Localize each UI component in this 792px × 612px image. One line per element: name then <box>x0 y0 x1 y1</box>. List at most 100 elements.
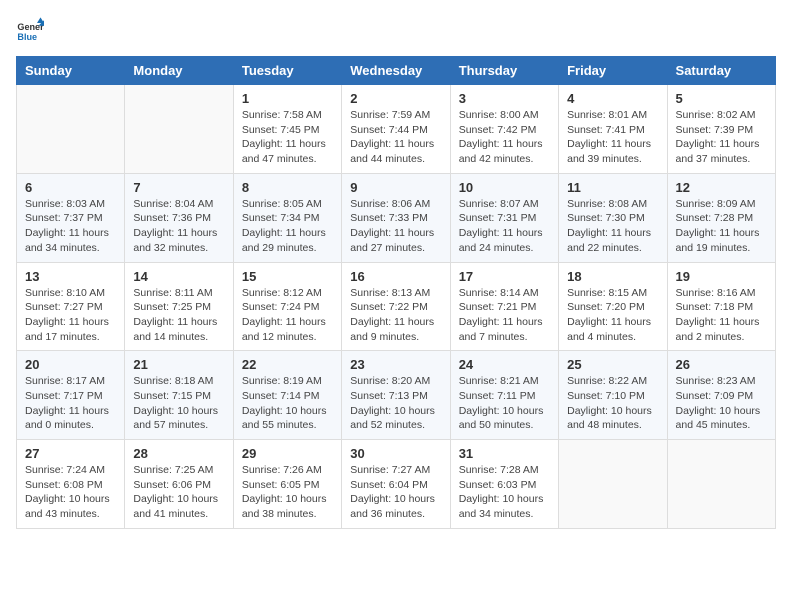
day-info: Sunrise: 8:06 AM Sunset: 7:33 PM Dayligh… <box>350 197 441 256</box>
day-number: 25 <box>567 357 658 372</box>
day-number: 26 <box>676 357 767 372</box>
day-number: 1 <box>242 91 333 106</box>
day-info: Sunrise: 8:05 AM Sunset: 7:34 PM Dayligh… <box>242 197 333 256</box>
day-info: Sunrise: 7:26 AM Sunset: 6:05 PM Dayligh… <box>242 463 333 522</box>
day-info: Sunrise: 8:08 AM Sunset: 7:30 PM Dayligh… <box>567 197 658 256</box>
day-number: 20 <box>25 357 116 372</box>
day-info: Sunrise: 8:16 AM Sunset: 7:18 PM Dayligh… <box>676 286 767 345</box>
day-number: 31 <box>459 446 550 461</box>
day-number: 16 <box>350 269 441 284</box>
calendar-cell: 26 Sunrise: 8:23 AM Sunset: 7:09 PM Dayli… <box>667 351 775 440</box>
day-info: Sunrise: 7:28 AM Sunset: 6:03 PM Dayligh… <box>459 463 550 522</box>
page-header: General Blue <box>16 16 776 44</box>
calendar-cell: 18 Sunrise: 8:15 AM Sunset: 7:20 PM Dayli… <box>559 262 667 351</box>
calendar-cell: 28 Sunrise: 7:25 AM Sunset: 6:06 PM Dayli… <box>125 440 233 529</box>
calendar-cell <box>125 85 233 174</box>
day-number: 22 <box>242 357 333 372</box>
day-number: 30 <box>350 446 441 461</box>
day-info: Sunrise: 8:20 AM Sunset: 7:13 PM Dayligh… <box>350 374 441 433</box>
calendar-cell: 2 Sunrise: 7:59 AM Sunset: 7:44 PM Daylig… <box>342 85 450 174</box>
calendar-cell: 31 Sunrise: 7:28 AM Sunset: 6:03 PM Dayli… <box>450 440 558 529</box>
day-info: Sunrise: 8:18 AM Sunset: 7:15 PM Dayligh… <box>133 374 224 433</box>
day-info: Sunrise: 8:02 AM Sunset: 7:39 PM Dayligh… <box>676 108 767 167</box>
day-info: Sunrise: 8:07 AM Sunset: 7:31 PM Dayligh… <box>459 197 550 256</box>
day-number: 29 <box>242 446 333 461</box>
calendar-cell: 7Sunrise: 8:04 AM Sunset: 7:36 PM Daylig… <box>125 173 233 262</box>
calendar-cell: 5 Sunrise: 8:02 AM Sunset: 7:39 PM Daylig… <box>667 85 775 174</box>
day-info: Sunrise: 8:00 AM Sunset: 7:42 PM Dayligh… <box>459 108 550 167</box>
calendar-cell: 22 Sunrise: 8:19 AM Sunset: 7:14 PM Dayli… <box>233 351 341 440</box>
calendar-cell: 15Sunrise: 8:12 AM Sunset: 7:24 PM Dayli… <box>233 262 341 351</box>
day-info: Sunrise: 8:14 AM Sunset: 7:21 PM Dayligh… <box>459 286 550 345</box>
calendar-cell: 11 Sunrise: 8:08 AM Sunset: 7:30 PM Dayli… <box>559 173 667 262</box>
calendar-table: SundayMondayTuesdayWednesdayThursdayFrid… <box>16 56 776 529</box>
svg-text:Blue: Blue <box>17 32 37 42</box>
weekday-header: Sunday <box>17 57 125 85</box>
day-info: Sunrise: 8:04 AM Sunset: 7:36 PM Dayligh… <box>133 197 224 256</box>
day-info: Sunrise: 7:24 AM Sunset: 6:08 PM Dayligh… <box>25 463 116 522</box>
calendar-cell: 10 Sunrise: 8:07 AM Sunset: 7:31 PM Dayli… <box>450 173 558 262</box>
day-info: Sunrise: 8:03 AM Sunset: 7:37 PM Dayligh… <box>25 197 116 256</box>
calendar-cell <box>667 440 775 529</box>
day-number: 27 <box>25 446 116 461</box>
day-info: Sunrise: 8:10 AM Sunset: 7:27 PM Dayligh… <box>25 286 116 345</box>
day-number: 13 <box>25 269 116 284</box>
calendar-cell: 16 Sunrise: 8:13 AM Sunset: 7:22 PM Dayli… <box>342 262 450 351</box>
weekday-header: Thursday <box>450 57 558 85</box>
day-number: 23 <box>350 357 441 372</box>
day-number: 2 <box>350 91 441 106</box>
day-info: Sunrise: 8:11 AM Sunset: 7:25 PM Dayligh… <box>133 286 224 345</box>
calendar-header: SundayMondayTuesdayWednesdayThursdayFrid… <box>17 57 776 85</box>
calendar-cell: 19 Sunrise: 8:16 AM Sunset: 7:18 PM Dayli… <box>667 262 775 351</box>
day-number: 4 <box>567 91 658 106</box>
day-number: 18 <box>567 269 658 284</box>
day-info: Sunrise: 8:22 AM Sunset: 7:10 PM Dayligh… <box>567 374 658 433</box>
calendar-cell <box>559 440 667 529</box>
day-info: Sunrise: 7:27 AM Sunset: 6:04 PM Dayligh… <box>350 463 441 522</box>
day-number: 28 <box>133 446 224 461</box>
logo-icon: General Blue <box>16 16 44 44</box>
day-info: Sunrise: 8:13 AM Sunset: 7:22 PM Dayligh… <box>350 286 441 345</box>
calendar-cell: 25 Sunrise: 8:22 AM Sunset: 7:10 PM Dayli… <box>559 351 667 440</box>
calendar-cell: 24Sunrise: 8:21 AM Sunset: 7:11 PM Dayli… <box>450 351 558 440</box>
calendar-cell: 1Sunrise: 7:58 AM Sunset: 7:45 PM Daylig… <box>233 85 341 174</box>
day-info: Sunrise: 7:59 AM Sunset: 7:44 PM Dayligh… <box>350 108 441 167</box>
day-number: 11 <box>567 180 658 195</box>
svg-text:General: General <box>17 22 44 32</box>
day-info: Sunrise: 8:17 AM Sunset: 7:17 PM Dayligh… <box>25 374 116 433</box>
day-number: 9 <box>350 180 441 195</box>
calendar-cell: 27 Sunrise: 7:24 AM Sunset: 6:08 PM Dayli… <box>17 440 125 529</box>
logo: General Blue <box>16 16 52 44</box>
day-number: 21 <box>133 357 224 372</box>
calendar-cell: 12Sunrise: 8:09 AM Sunset: 7:28 PM Dayli… <box>667 173 775 262</box>
calendar-cell: 20 Sunrise: 8:17 AM Sunset: 7:17 PM Dayli… <box>17 351 125 440</box>
day-number: 17 <box>459 269 550 284</box>
day-number: 5 <box>676 91 767 106</box>
calendar-cell: 4 Sunrise: 8:01 AM Sunset: 7:41 PM Daylig… <box>559 85 667 174</box>
calendar-cell: 13 Sunrise: 8:10 AM Sunset: 7:27 PM Dayli… <box>17 262 125 351</box>
day-info: Sunrise: 8:01 AM Sunset: 7:41 PM Dayligh… <box>567 108 658 167</box>
calendar-cell: 8 Sunrise: 8:05 AM Sunset: 7:34 PM Daylig… <box>233 173 341 262</box>
day-number: 8 <box>242 180 333 195</box>
day-number: 12 <box>676 180 767 195</box>
calendar-cell: 9 Sunrise: 8:06 AM Sunset: 7:33 PM Daylig… <box>342 173 450 262</box>
day-number: 6 <box>25 180 116 195</box>
day-info: Sunrise: 8:23 AM Sunset: 7:09 PM Dayligh… <box>676 374 767 433</box>
calendar-cell: 29 Sunrise: 7:26 AM Sunset: 6:05 PM Dayli… <box>233 440 341 529</box>
weekday-header: Monday <box>125 57 233 85</box>
day-info: Sunrise: 7:25 AM Sunset: 6:06 PM Dayligh… <box>133 463 224 522</box>
day-info: Sunrise: 8:12 AM Sunset: 7:24 PM Dayligh… <box>242 286 333 345</box>
weekday-header: Tuesday <box>233 57 341 85</box>
calendar-cell: 30 Sunrise: 7:27 AM Sunset: 6:04 PM Dayli… <box>342 440 450 529</box>
day-number: 19 <box>676 269 767 284</box>
day-info: Sunrise: 8:15 AM Sunset: 7:20 PM Dayligh… <box>567 286 658 345</box>
calendar-cell: 6 Sunrise: 8:03 AM Sunset: 7:37 PM Daylig… <box>17 173 125 262</box>
day-number: 10 <box>459 180 550 195</box>
calendar-cell: 21 Sunrise: 8:18 AM Sunset: 7:15 PM Dayli… <box>125 351 233 440</box>
day-info: Sunrise: 8:19 AM Sunset: 7:14 PM Dayligh… <box>242 374 333 433</box>
day-number: 3 <box>459 91 550 106</box>
calendar-cell <box>17 85 125 174</box>
day-number: 14 <box>133 269 224 284</box>
calendar-cell: 14 Sunrise: 8:11 AM Sunset: 7:25 PM Dayli… <box>125 262 233 351</box>
day-number: 24 <box>459 357 550 372</box>
